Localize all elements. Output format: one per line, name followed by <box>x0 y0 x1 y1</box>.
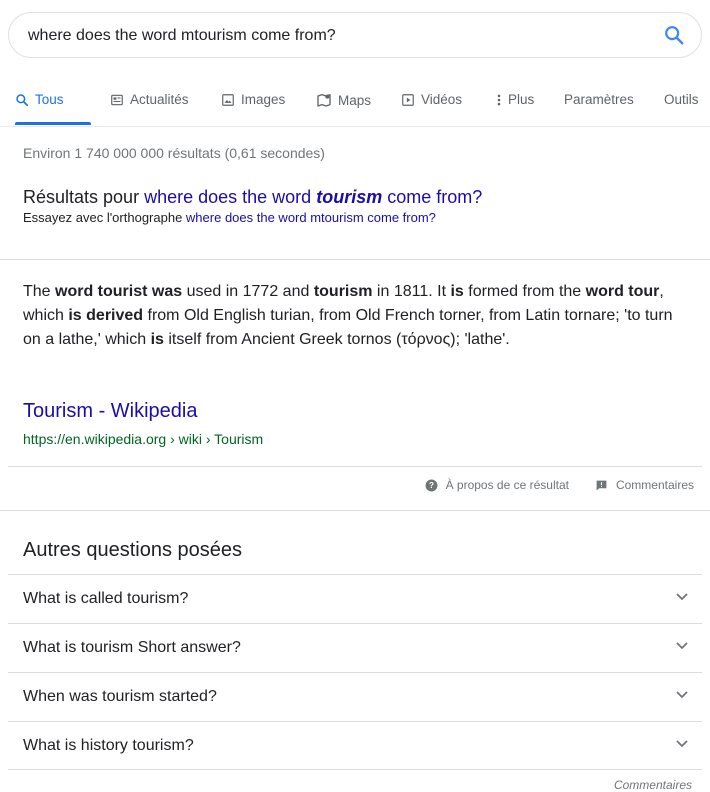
divider <box>0 510 710 511</box>
feedback-icon <box>596 480 607 490</box>
tab-tous[interactable]: Tous <box>15 92 64 107</box>
about-result-button[interactable]: ? À propos de ce résultat <box>425 478 569 492</box>
snippet-bold-text: word tour <box>585 283 660 300</box>
svg-text:?: ? <box>429 481 434 490</box>
tab-outils[interactable]: Outils <box>664 92 699 107</box>
paa-feedback-link[interactable]: Commentaires <box>614 778 692 792</box>
snippet-text: itself from Ancient Greek tornos (τόρνος… <box>163 331 510 348</box>
snippet-bold-text: is <box>150 331 164 348</box>
chevron-down-icon <box>676 691 688 699</box>
tab-label: Vidéos <box>421 92 463 107</box>
tab-maps[interactable]: Maps <box>316 92 371 108</box>
map-icon <box>317 94 331 107</box>
result-stats: Environ 1 740 000 000 résultats (0,61 se… <box>23 145 325 161</box>
snippet-bold-text: word tourist was <box>55 283 183 300</box>
help-icon: ? <box>425 479 438 491</box>
tab-label: Maps <box>338 92 372 108</box>
tab-label: Tous <box>35 92 64 107</box>
snippet-text: in 1811. It <box>372 283 451 300</box>
tab-plus[interactable]: Plus <box>496 92 534 107</box>
search-bar[interactable] <box>8 12 702 59</box>
paa-question[interactable]: When was tourism started? <box>8 672 702 721</box>
spelling-correction: Résultats pour where does the word touri… <box>23 187 482 225</box>
tab-images[interactable]: Images <box>221 92 285 107</box>
featured-snippet-text: The word tourist was used in 1772 and to… <box>23 280 683 352</box>
snippet-text: used in 1772 and <box>182 283 314 300</box>
alt-spelling-prefix: Essayez avec l'orthographe <box>23 210 183 225</box>
chevron-down-icon <box>676 642 688 650</box>
paa-question[interactable]: What is called tourism? <box>8 574 702 623</box>
divider <box>8 466 702 467</box>
tab-videos[interactable]: Vidéos <box>401 92 462 107</box>
tab-label: Outils <box>664 92 699 107</box>
result-url: https://en.wikipedia.org › wiki › Touris… <box>23 431 264 447</box>
snippet-bold-text: is <box>450 283 464 300</box>
snippet-text: formed from the <box>463 283 586 300</box>
original-query-link[interactable]: where does the word mtourism come from? <box>186 210 436 225</box>
search-input[interactable] <box>26 13 630 59</box>
feedback-button[interactable]: Commentaires <box>595 478 694 492</box>
snippet-text: The <box>23 283 56 300</box>
paa-question[interactable]: What is history tourism? <box>8 721 702 770</box>
chevron-down-icon <box>676 740 688 748</box>
result-title-link[interactable]: Tourism - Wikipedia <box>23 400 197 423</box>
chevron-down-icon <box>676 593 688 601</box>
active-tab-indicator <box>15 122 91 125</box>
more-vert-icon <box>497 94 501 105</box>
corrected-query-link[interactable]: where does the word tourism come from? <box>144 187 482 207</box>
snippet-bold-text: is derived <box>68 307 144 324</box>
feedback-label: Commentaires <box>615 478 694 492</box>
about-label: À propos de ce résultat <box>445 478 569 492</box>
news-icon <box>111 94 123 105</box>
tab-label: Images <box>241 92 286 107</box>
snippet-bold-text: tourism <box>313 283 373 300</box>
paa-question[interactable]: What is tourism Short answer? <box>8 623 702 672</box>
tab-parametres[interactable]: Paramètres <box>564 92 634 107</box>
search-tabs: Tous Actualités Images Maps Vidéos Plus … <box>0 78 710 127</box>
search-icon <box>16 93 29 106</box>
tab-label: Paramètres <box>564 92 634 107</box>
divider <box>0 259 710 260</box>
image-icon <box>222 93 234 106</box>
about-row: ? À propos de ce résultat Commentaires <box>425 478 694 492</box>
tab-label: Plus <box>508 92 535 107</box>
tab-actualites[interactable]: Actualités <box>110 92 189 107</box>
paa-title: Autres questions posées <box>23 539 243 561</box>
search-icon[interactable] <box>663 24 685 46</box>
spelling-prefix: Résultats pour <box>23 187 140 207</box>
video-icon <box>402 93 414 106</box>
tab-label: Actualités <box>130 92 189 107</box>
divider <box>8 769 702 770</box>
